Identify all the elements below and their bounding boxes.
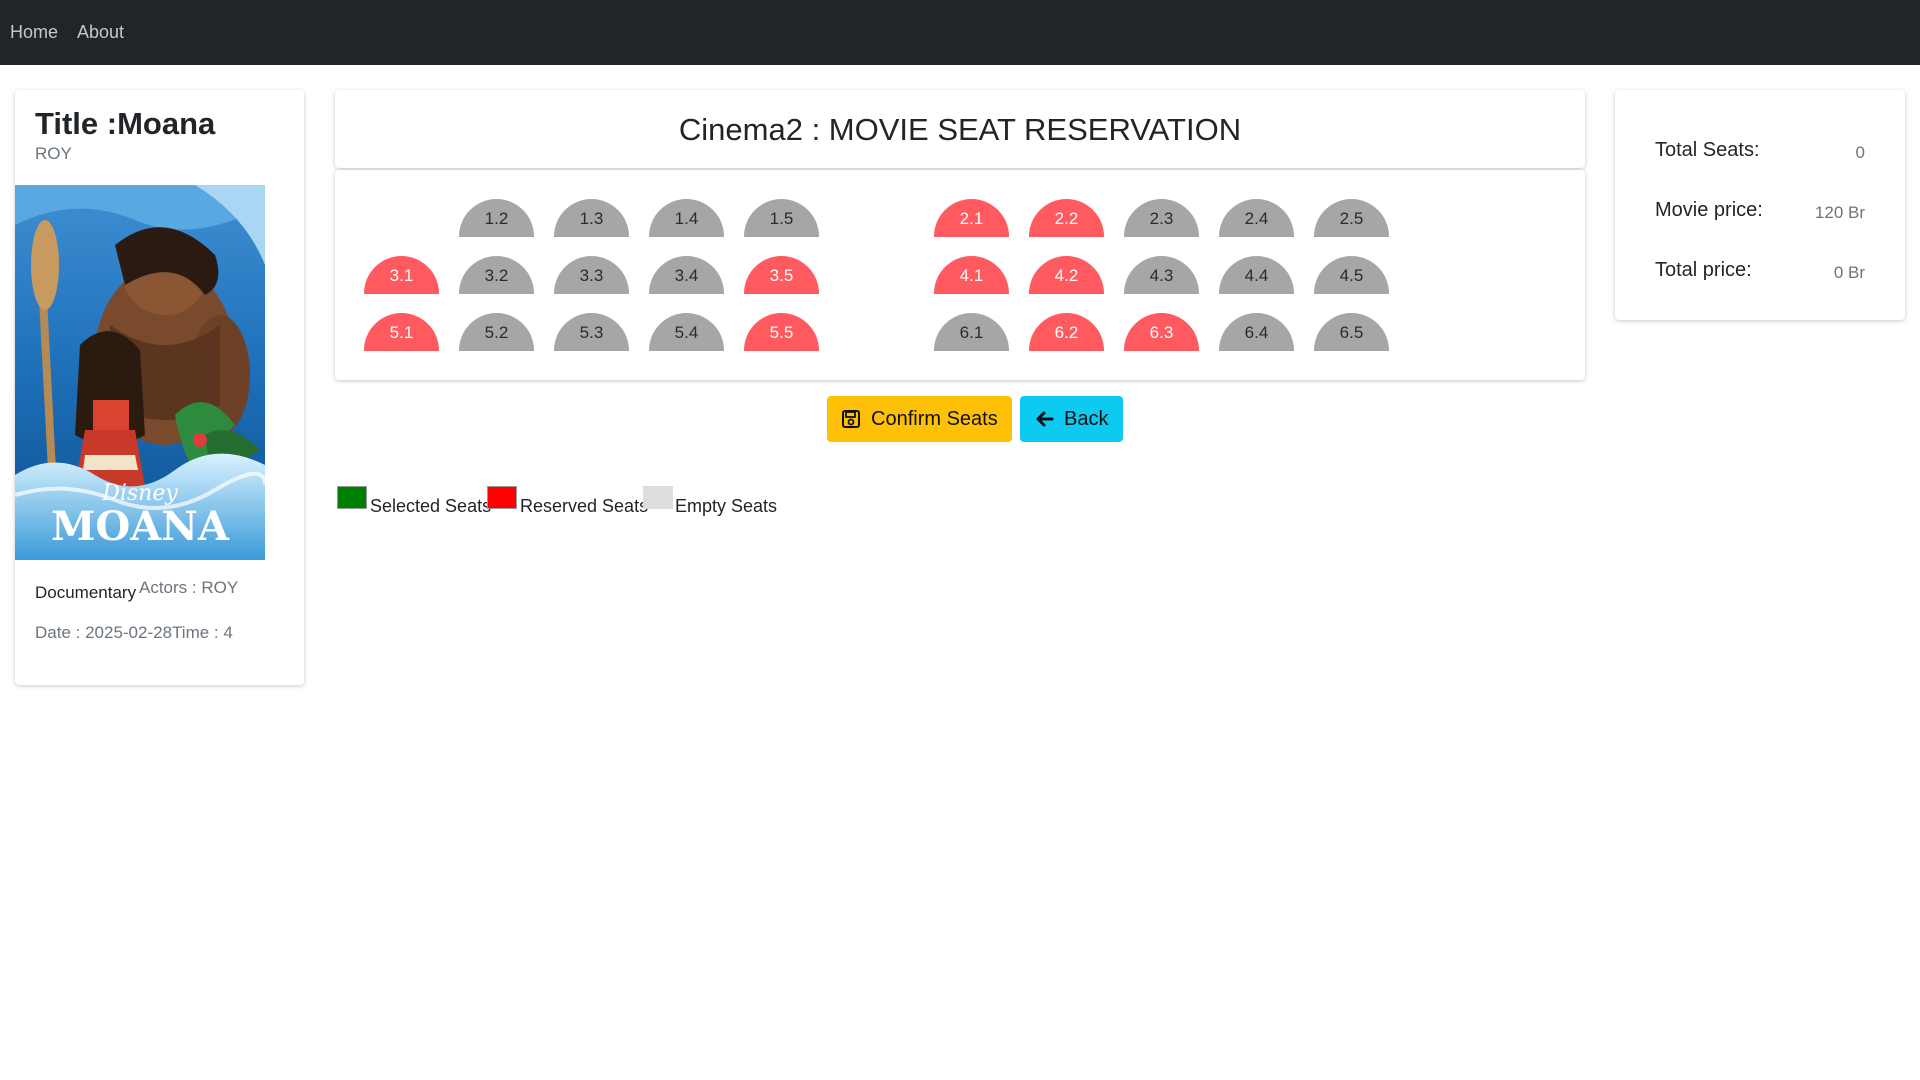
- seat-3-5[interactable]: 3.5: [744, 256, 819, 294]
- seat-5-1[interactable]: 5.1: [364, 313, 439, 351]
- seat-5-5[interactable]: 5.5: [744, 313, 819, 351]
- back-button[interactable]: Back: [1020, 396, 1123, 442]
- legend-reserved-swatch: [487, 486, 517, 509]
- seat-6-4[interactable]: 6.4: [1219, 313, 1294, 351]
- seat-1-5[interactable]: 1.5: [744, 199, 819, 237]
- seat-2-5[interactable]: 2.5: [1314, 199, 1389, 237]
- total-seats-label: Total Seats:: [1655, 139, 1760, 161]
- seat-4-5[interactable]: 4.5: [1314, 256, 1389, 294]
- seat-3-1[interactable]: 3.1: [364, 256, 439, 294]
- nav-home-link[interactable]: Home: [10, 22, 58, 43]
- legend-selected-label: Selected Seats: [370, 496, 492, 516]
- navbar: Home About: [0, 0, 1920, 65]
- seat-4-1[interactable]: 4.1: [934, 256, 1009, 294]
- back-label: Back: [1064, 407, 1109, 430]
- legend-empty-label: Empty Seats: [675, 496, 778, 516]
- movie-datetime: Date : 2025-02-28Time : 4: [35, 623, 233, 642]
- poster-moana-logo: MOANA: [51, 503, 230, 550]
- seat-4-4[interactable]: 4.4: [1219, 256, 1294, 294]
- seat-6-2[interactable]: 6.2: [1029, 313, 1104, 351]
- total-seats-value: 0: [1855, 143, 1865, 162]
- legend-selected-swatch: [337, 486, 367, 509]
- movie-price-value: 120 Br: [1814, 203, 1865, 222]
- movie-title: Title :Moana: [35, 106, 216, 141]
- movie-card: Title :Moana ROY Disney MOANA Documentar…: [15, 90, 304, 685]
- seat-1-3[interactable]: 1.3: [554, 199, 629, 237]
- seat-1-4[interactable]: 1.4: [649, 199, 724, 237]
- floppy-disk-icon: [842, 410, 860, 428]
- seat-4-2[interactable]: 4.2: [1029, 256, 1104, 294]
- movie-price-label: Movie price:: [1655, 199, 1763, 221]
- movie-poster: Disney MOANA: [15, 185, 265, 560]
- seat-2-1[interactable]: 2.1: [934, 199, 1009, 237]
- seat-5-2[interactable]: 5.2: [459, 313, 534, 351]
- seat-3-2[interactable]: 3.2: [459, 256, 534, 294]
- seat-1-2[interactable]: 1.2: [459, 199, 534, 237]
- nav-about-link[interactable]: About: [77, 22, 124, 43]
- total-price-value: 0 Br: [1833, 263, 1865, 282]
- seat-2-3[interactable]: 2.3: [1124, 199, 1199, 237]
- seat-3-4[interactable]: 3.4: [649, 256, 724, 294]
- seat-6-1[interactable]: 6.1: [934, 313, 1009, 351]
- legend-reserved-label: Reserved Seats: [520, 496, 649, 516]
- page-title: Cinema2 : MOVIE SEAT RESERVATION: [678, 112, 1242, 147]
- seat-2-4[interactable]: 2.4: [1219, 199, 1294, 237]
- seat-5-3[interactable]: 5.3: [554, 313, 629, 351]
- confirm-seats-button[interactable]: Confirm Seats: [827, 396, 1012, 442]
- seat-2-2[interactable]: 2.2: [1029, 199, 1104, 237]
- cinema-header-card: Cinema2 : MOVIE SEAT RESERVATION: [335, 90, 1585, 168]
- arrow-left-icon: [1036, 411, 1054, 427]
- movie-genre: Documentary: [35, 583, 137, 602]
- seat-6-5[interactable]: 6.5: [1314, 313, 1389, 351]
- seat-3-3[interactable]: 3.3: [554, 256, 629, 294]
- totals-card: Total Seats: 0 Movie price: 120 Br Total…: [1615, 90, 1905, 320]
- legend-empty-swatch: [643, 486, 673, 509]
- seat-6-3[interactable]: 6.3: [1124, 313, 1199, 351]
- seat-5-4[interactable]: 5.4: [649, 313, 724, 351]
- movie-subtitle: ROY: [35, 144, 72, 163]
- confirm-seats-label: Confirm Seats: [871, 407, 998, 430]
- seat-4-3[interactable]: 4.3: [1124, 256, 1199, 294]
- seat-map: 1.2 1.3 1.4 1.5 2.1 2.2 2.3 2.4 2.5 3.1 3.2 3.3 3.4 3…: [335, 170, 1585, 380]
- movie-actors: Actors : ROY: [139, 578, 239, 597]
- total-price-label: Total price:: [1655, 259, 1752, 281]
